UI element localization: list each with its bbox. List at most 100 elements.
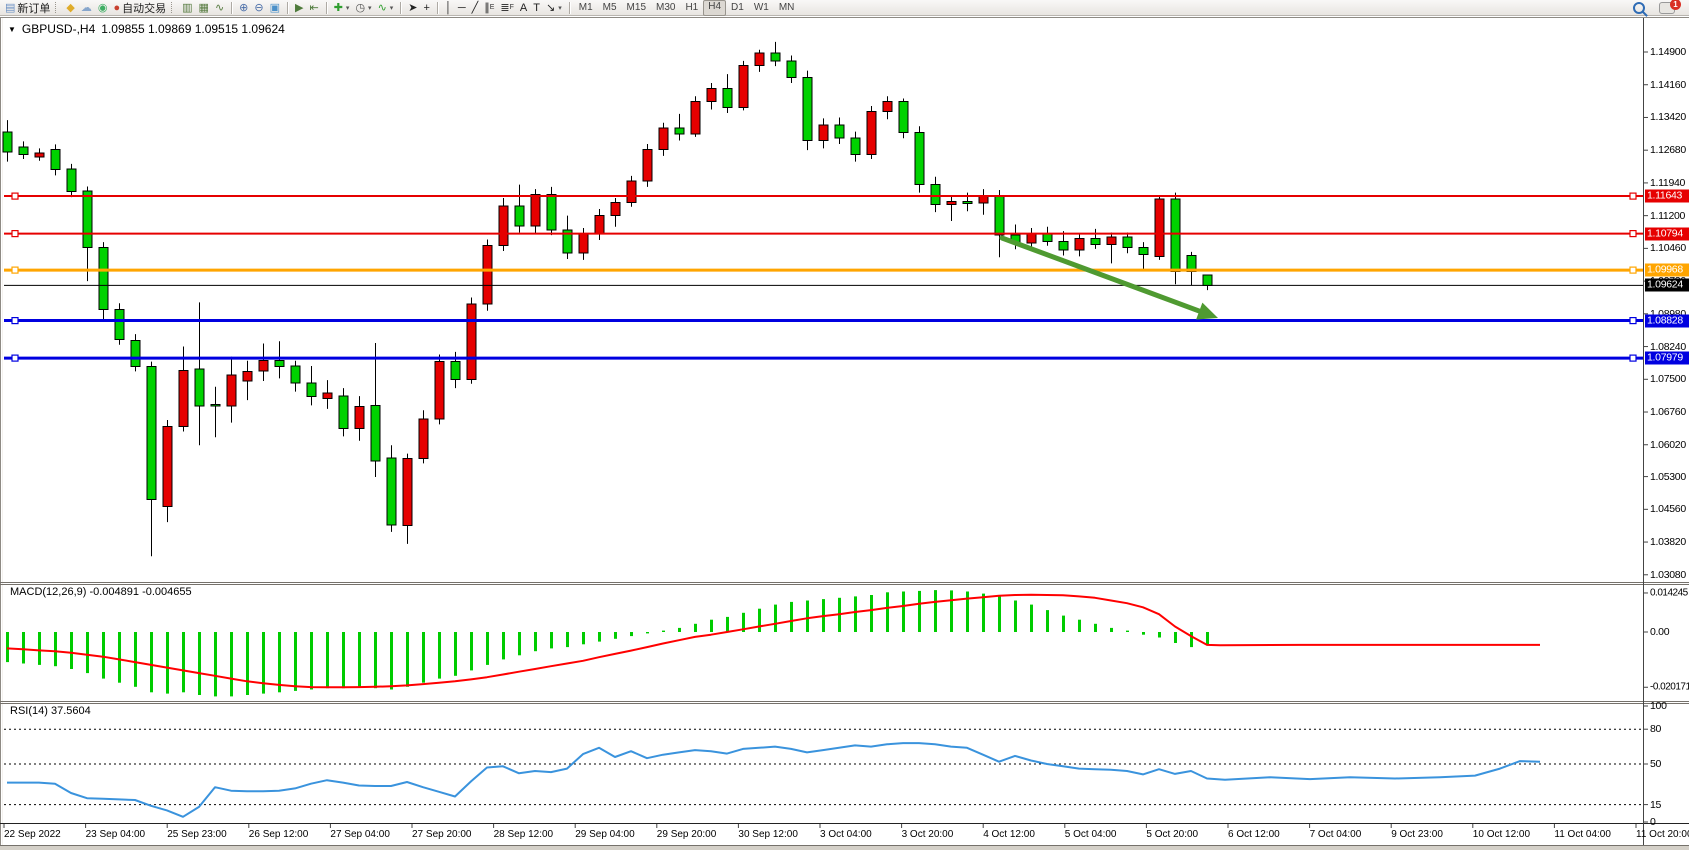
date-axis-label: 11 Oct 04:00	[1554, 829, 1611, 840]
timeframe-button-m5[interactable]: M5	[598, 1, 622, 15]
timeframe-button-d1[interactable]: D1	[726, 1, 749, 15]
price-axis-tick: 1.07500	[1650, 373, 1686, 385]
zoom-out-icon: ⊖	[254, 1, 263, 15]
price-axis-tick: 1.06020	[1650, 439, 1686, 451]
chat-bubble-icon[interactable]: 1	[1659, 2, 1675, 14]
candlesticks	[3, 42, 1212, 556]
cube-icon: ◆	[66, 1, 74, 15]
timeframe-button-mn[interactable]: MN	[774, 1, 800, 15]
macd-axis-tick: 0.00	[1650, 626, 1669, 638]
horizontal-line-button[interactable]: ─	[455, 1, 469, 15]
date-axis-label: 26 Sep 12:00	[249, 829, 309, 840]
toolbar-separator	[569, 2, 570, 14]
date-axis-label: 7 Oct 04:00	[1310, 829, 1362, 840]
chart-canvas[interactable]	[0, 0, 1689, 850]
toolbar-separator	[400, 2, 401, 14]
arrows-button[interactable]: ↘▾	[543, 1, 565, 15]
price-axis-tick: 1.03820	[1650, 536, 1686, 548]
bars-icon: ▥	[182, 1, 192, 15]
macd-indicator-label: MACD(12,26,9) -0.004891 -0.004655	[10, 586, 192, 598]
template-icon: ∿	[378, 1, 387, 15]
add-indicator-icon: ✚	[334, 1, 343, 15]
equidistant-channel-button[interactable]: ∥E	[481, 1, 497, 15]
new-order-button[interactable]: ▤新订单	[2, 1, 53, 15]
chart-title: ▼ GBPUSD-,H4 1.09855 1.09869 1.09515 1.0…	[8, 22, 285, 36]
vertical-line-button[interactable]: │	[442, 1, 455, 15]
tile-windows-button[interactable]: ▣	[267, 1, 283, 15]
chevron-down-icon: ▾	[558, 4, 562, 12]
price-line-badge: 1.11643	[1645, 190, 1689, 203]
horizontal-line-icon: ─	[458, 1, 466, 15]
date-axis-label: 9 Oct 23:00	[1391, 829, 1443, 840]
timeframe-button-m1[interactable]: M1	[574, 1, 598, 15]
macd-axis-tick: -0.020171	[1650, 682, 1689, 693]
price-axis-tick: 1.11940	[1650, 177, 1685, 189]
market-button[interactable]: ◆	[63, 1, 77, 15]
auto-scroll-button[interactable]: ▶	[292, 1, 306, 15]
trend-arrow[interactable]	[1002, 238, 1218, 320]
price-axis-tick: 1.14900	[1650, 46, 1686, 58]
signals-button[interactable]: ◉	[95, 1, 111, 15]
timeframe-button-h4[interactable]: H4	[703, 0, 726, 16]
timeframe-button-w1[interactable]: W1	[749, 1, 774, 15]
toolbar-grip	[171, 2, 175, 13]
indicators-button[interactable]: ✚▾	[331, 1, 353, 15]
crosshair-button[interactable]: +	[421, 1, 433, 15]
price-line-badge: 1.09624	[1645, 279, 1689, 292]
new-order-icon: ▤	[5, 1, 15, 15]
fibonacci-icon: ≣	[500, 1, 509, 15]
search-icon[interactable]	[1633, 2, 1645, 14]
toolbar-grip	[55, 2, 59, 13]
cloud-icon: ☁	[81, 1, 92, 15]
date-axis-label: 4 Oct 12:00	[983, 829, 1035, 840]
horizontal-lines[interactable]	[4, 193, 1643, 361]
macd-axis-tick: 0.014245	[1650, 587, 1688, 598]
auto-trading-button[interactable]: ●自动交易	[110, 1, 169, 15]
date-axis-label: 22 Sep 2022	[4, 829, 61, 840]
auto-trading-icon: ●	[113, 1, 120, 15]
price-axis-tick: 1.10460	[1650, 242, 1686, 254]
timeframe-button-m15[interactable]: M15	[622, 1, 651, 15]
date-axis-label: 5 Oct 20:00	[1146, 829, 1198, 840]
trendline-button[interactable]: ╱	[469, 1, 482, 15]
date-axis-label: 6 Oct 12:00	[1228, 829, 1280, 840]
cursor-button[interactable]: ➤	[405, 1, 420, 15]
chart-shift-button[interactable]: ⇤	[306, 1, 321, 15]
community-button[interactable]: ☁	[78, 1, 95, 15]
notification-badge: 1	[1670, 0, 1681, 10]
toolbar-separator	[437, 2, 438, 14]
date-axis-label: 27 Sep 04:00	[330, 829, 390, 840]
rsi-indicator-label: RSI(14) 37.5604	[10, 705, 91, 717]
collapse-chart-icon[interactable]: ▼	[8, 25, 16, 34]
price-axis-tick: 1.03080	[1650, 569, 1686, 581]
date-axis-label: 23 Sep 04:00	[86, 829, 146, 840]
line-chart-button[interactable]: ∿	[212, 1, 227, 15]
text-label-button[interactable]: T	[530, 1, 543, 15]
candlestick-chart-button[interactable]: ▦	[196, 1, 212, 15]
date-axis-label: 3 Oct 04:00	[820, 829, 872, 840]
candles-icon: ▦	[199, 1, 209, 15]
bar-chart-button[interactable]: ▥	[179, 1, 195, 15]
timeframe-button-h1[interactable]: H1	[680, 1, 703, 15]
line-chart-icon: ∿	[215, 1, 224, 15]
price-line-badge: 1.07979	[1645, 352, 1689, 365]
zoom-in-button[interactable]: ⊕	[236, 1, 251, 15]
text-button[interactable]: A	[517, 1, 530, 15]
price-axis-tick: 1.12680	[1650, 144, 1686, 156]
rsi-axis-tick: 100	[1650, 700, 1667, 712]
timeframe-button-m30[interactable]: M30	[651, 1, 680, 15]
main-toolbar: ▤新订单◆☁◉●自动交易▥▦∿⊕⊖▣▶⇤✚▾◷▾∿▾➤+│─╱∥E≣FAT↘▾M…	[0, 0, 1689, 16]
periods-button[interactable]: ◷▾	[352, 1, 374, 15]
chevron-down-icon: ▾	[346, 4, 350, 12]
templates-button[interactable]: ∿▾	[375, 1, 397, 15]
channel-icon-letter: E	[490, 4, 495, 11]
zoom-out-button[interactable]: ⊖	[251, 1, 266, 15]
clock-icon: ◷	[355, 1, 365, 15]
date-axis-label: 11 Oct 20:00	[1636, 829, 1689, 840]
rsi-axis-tick: 80	[1650, 723, 1661, 735]
price-axis-tick: 1.04560	[1650, 503, 1686, 515]
toolbar-separator	[231, 2, 232, 14]
toolbar-separator	[326, 2, 327, 14]
signal-icon: ◉	[98, 1, 108, 15]
fibonacci-button[interactable]: ≣F	[497, 1, 517, 15]
